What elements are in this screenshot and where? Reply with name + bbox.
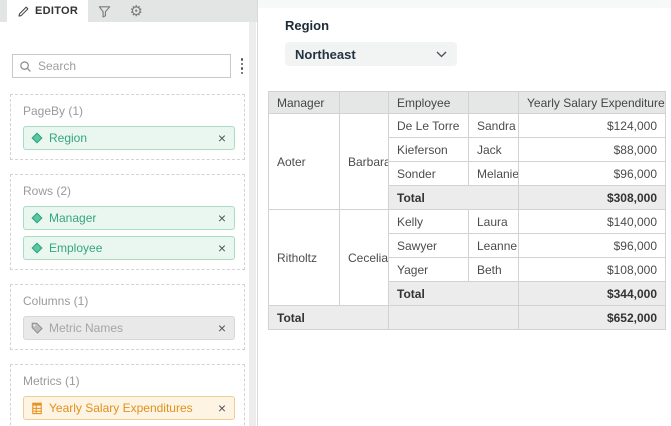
section-rows-title: Rows (2) — [23, 184, 235, 198]
region-dropdown[interactable]: Northeast — [285, 42, 457, 66]
pencil-icon — [17, 5, 30, 18]
employee-last-cell: Kieferson — [389, 138, 469, 162]
gear-icon: ⚙ — [129, 4, 142, 19]
header-employee[interactable]: Employee — [389, 92, 469, 114]
table-row: Ritholtz Cecelia Kelly Laura $140,000 — [269, 210, 666, 234]
app-window: EDITOR ⚙ PageBy (1) Region × — [0, 0, 671, 426]
region-dropdown-value: Northeast — [295, 47, 356, 62]
section-metrics: Metrics (1) Yearly Salary Expenditures × — [10, 364, 245, 426]
search-box — [12, 54, 231, 78]
employee-first-cell: Sandra — [469, 114, 519, 138]
pageby-filter: Region Northeast — [285, 18, 671, 66]
employee-first-cell: Leanne — [469, 234, 519, 258]
filter-label: Region — [285, 18, 671, 33]
chip-yearly-salary-expenditures[interactable]: Yearly Salary Expenditures × — [23, 396, 235, 420]
close-icon[interactable]: × — [217, 321, 227, 335]
manager-last-cell: Aoter — [269, 114, 340, 210]
funnel-icon — [97, 4, 112, 19]
metric-icon — [31, 402, 43, 415]
chip-manager[interactable]: Manager × — [23, 206, 235, 230]
grand-total-spacer — [389, 306, 519, 330]
manager-first-cell: Barbara — [340, 114, 389, 210]
search-input[interactable] — [38, 59, 224, 73]
editor-panel: EDITOR ⚙ PageBy (1) Region × — [0, 0, 258, 426]
subtotal-label: Total — [389, 186, 519, 210]
more-options-icon[interactable] — [239, 56, 246, 76]
salary-cell: $140,000 — [519, 210, 666, 234]
chip-region[interactable]: Region × — [23, 126, 235, 150]
subtotal-value: $344,000 — [519, 282, 666, 306]
section-columns-title: Columns (1) — [23, 294, 235, 308]
chevron-down-icon — [436, 51, 447, 58]
panel-tabbar: EDITOR ⚙ — [0, 0, 257, 22]
salary-table: Manager Employee Yearly Salary Expenditu… — [268, 91, 666, 330]
header-manager-first[interactable] — [340, 92, 389, 114]
grand-total-value: $652,000 — [519, 306, 666, 330]
header-metric[interactable]: Yearly Salary Expenditures — [519, 92, 666, 114]
chip-label: Manager — [49, 211, 211, 225]
data-grid: Manager Employee Yearly Salary Expenditu… — [268, 91, 671, 330]
tag-icon — [31, 322, 43, 334]
salary-cell: $96,000 — [519, 234, 666, 258]
close-icon[interactable]: × — [217, 241, 227, 255]
tab-editor[interactable]: EDITOR — [7, 0, 88, 22]
employee-first-cell: Beth — [469, 258, 519, 282]
salary-cell: $88,000 — [519, 138, 666, 162]
chip-metric-names[interactable]: Metric Names × — [23, 316, 235, 340]
section-pageby-title: PageBy (1) — [23, 104, 235, 118]
salary-cell: $124,000 — [519, 114, 666, 138]
employee-last-cell: Sonder — [389, 162, 469, 186]
manager-last-cell: Ritholtz — [269, 210, 340, 306]
search-icon — [19, 60, 32, 73]
salary-cell: $96,000 — [519, 162, 666, 186]
employee-first-cell: Jack — [469, 138, 519, 162]
header-manager[interactable]: Manager — [269, 92, 340, 114]
employee-last-cell: Sawyer — [389, 234, 469, 258]
grand-total-label: Total — [269, 306, 389, 330]
subtotal-value: $308,000 — [519, 186, 666, 210]
panel-scrollbar[interactable] — [249, 22, 256, 426]
section-metrics-title: Metrics (1) — [23, 374, 235, 388]
drop-zones: PageBy (1) Region × Rows (2) Manager × E… — [10, 94, 245, 426]
table-row: Aoter Barbara De Le Torre Sandra $124,00… — [269, 114, 666, 138]
attribute-diamond-icon — [31, 242, 43, 254]
header-employee-first[interactable] — [469, 92, 519, 114]
attribute-diamond-icon — [31, 132, 43, 144]
attribute-diamond-icon — [31, 212, 43, 224]
salary-cell: $108,000 — [519, 258, 666, 282]
close-icon[interactable]: × — [217, 211, 227, 225]
employee-last-cell: Kelly — [389, 210, 469, 234]
header-row: Manager Employee Yearly Salary Expenditu… — [269, 92, 666, 114]
content-top-strip — [258, 0, 671, 8]
chip-label: Metric Names — [49, 321, 211, 335]
tab-settings[interactable]: ⚙ — [120, 0, 152, 22]
tab-filter[interactable] — [88, 0, 120, 22]
close-icon[interactable]: × — [217, 401, 227, 415]
chip-employee[interactable]: Employee × — [23, 236, 235, 260]
employee-first-cell: Melanie — [469, 162, 519, 186]
employee-first-cell: Laura — [469, 210, 519, 234]
section-rows: Rows (2) Manager × Employee × — [10, 174, 245, 270]
tab-editor-label: EDITOR — [35, 5, 78, 17]
search-row — [12, 54, 245, 78]
manager-first-cell: Cecelia — [340, 210, 389, 306]
chip-label: Region — [49, 131, 211, 145]
grand-total-row: Total $652,000 — [269, 306, 666, 330]
close-icon[interactable]: × — [217, 131, 227, 145]
section-columns: Columns (1) Metric Names × — [10, 284, 245, 350]
content-area: Region Northeast Manager Employee — [258, 0, 671, 426]
chip-label: Yearly Salary Expenditures — [49, 401, 211, 415]
employee-last-cell: Yager — [389, 258, 469, 282]
section-pageby: PageBy (1) Region × — [10, 94, 245, 160]
chip-label: Employee — [49, 241, 211, 255]
employee-last-cell: De Le Torre — [389, 114, 469, 138]
subtotal-label: Total — [389, 282, 519, 306]
